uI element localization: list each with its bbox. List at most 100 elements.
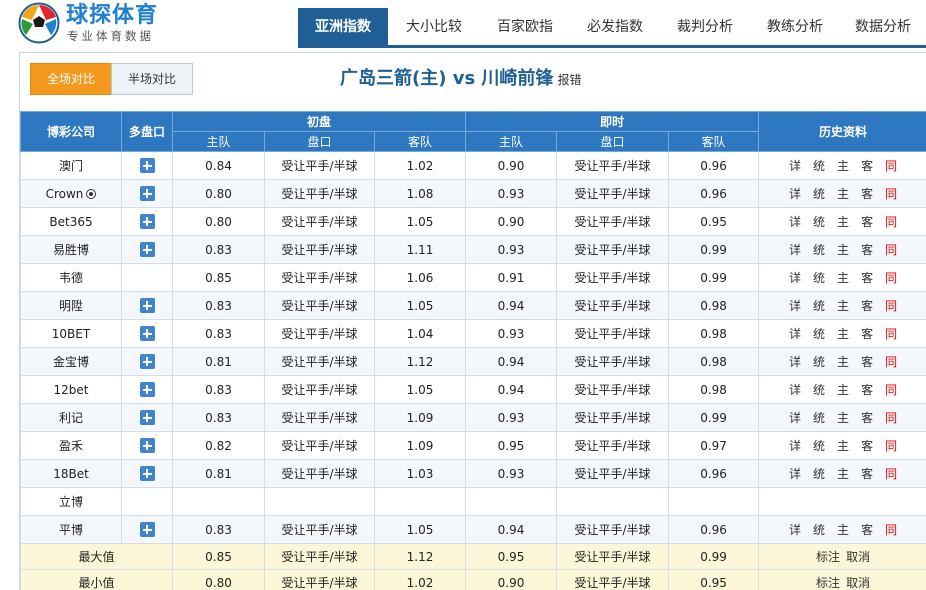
history-link-1[interactable]: 统 — [813, 439, 825, 453]
company-cell[interactable]: 平博 — [20, 515, 122, 544]
history-link-4[interactable]: 同 — [885, 327, 897, 341]
company-cell[interactable]: 12bet — [20, 375, 122, 404]
history-link-0[interactable]: 详 — [789, 383, 801, 397]
company-name[interactable]: 金宝博 — [53, 355, 89, 369]
expand-plus-icon[interactable] — [139, 410, 155, 425]
history-link-1[interactable]: 统 — [813, 383, 825, 397]
expand-plus-icon[interactable] — [139, 298, 155, 313]
mark-link[interactable]: 标注 — [816, 576, 840, 590]
nav-tab-2[interactable]: 百家欧指 — [480, 8, 570, 46]
company-name[interactable]: 10BET — [52, 327, 90, 341]
history-link-3[interactable]: 客 — [861, 159, 873, 173]
history-link-3[interactable]: 客 — [861, 383, 873, 397]
history-link-2[interactable]: 主 — [837, 271, 849, 285]
nav-tab-3[interactable]: 必发指数 — [570, 8, 660, 46]
expand-plus-icon[interactable] — [139, 382, 155, 397]
mark-link[interactable]: 标注 — [816, 550, 840, 564]
history-link-0[interactable]: 详 — [789, 467, 801, 481]
history-link-1[interactable]: 统 — [813, 327, 825, 341]
history-link-2[interactable]: 主 — [837, 327, 849, 341]
history-link-0[interactable]: 详 — [789, 187, 801, 201]
history-link-4[interactable]: 同 — [885, 383, 897, 397]
history-link-0[interactable]: 详 — [789, 439, 801, 453]
company-name[interactable]: Bet365 — [49, 215, 92, 229]
company-name[interactable]: 12bet — [54, 383, 89, 397]
company-cell[interactable]: 易胜博 — [20, 235, 122, 264]
nav-tab-5[interactable]: 教练分析 — [750, 8, 840, 46]
history-link-3[interactable]: 客 — [861, 187, 873, 201]
history-link-1[interactable]: 统 — [813, 159, 825, 173]
history-link-1[interactable]: 统 — [813, 299, 825, 313]
history-link-2[interactable]: 主 — [837, 159, 849, 173]
nav-tab-6[interactable]: 数据分析 — [840, 8, 926, 46]
history-link-1[interactable]: 统 — [813, 187, 825, 201]
history-link-4[interactable]: 同 — [885, 243, 897, 257]
history-link-4[interactable]: 同 — [885, 299, 897, 313]
history-link-2[interactable]: 主 — [837, 411, 849, 425]
history-link-4[interactable]: 同 — [885, 215, 897, 229]
expand-plus-icon[interactable] — [139, 242, 155, 257]
full-match-tab[interactable]: 全场对比 — [30, 63, 112, 95]
history-link-2[interactable]: 主 — [837, 243, 849, 257]
history-link-2[interactable]: 主 — [837, 523, 849, 537]
company-cell[interactable]: 澳门 — [20, 151, 122, 180]
history-link-0[interactable]: 详 — [789, 159, 801, 173]
company-cell[interactable]: 金宝博 — [20, 347, 122, 376]
expand-plus-icon[interactable] — [139, 354, 155, 369]
expand-plus-icon[interactable] — [139, 522, 155, 537]
history-link-3[interactable]: 客 — [861, 411, 873, 425]
history-link-3[interactable]: 客 — [861, 327, 873, 341]
history-link-4[interactable]: 同 — [885, 523, 897, 537]
history-link-4[interactable]: 同 — [885, 411, 897, 425]
company-cell[interactable]: 盈禾 — [20, 431, 122, 460]
history-link-2[interactable]: 主 — [837, 299, 849, 313]
history-link-0[interactable]: 详 — [789, 355, 801, 369]
history-link-2[interactable]: 主 — [837, 383, 849, 397]
history-link-1[interactable]: 统 — [813, 355, 825, 369]
nav-tab-1[interactable]: 大小比较 — [388, 8, 480, 46]
history-link-2[interactable]: 主 — [837, 355, 849, 369]
history-link-3[interactable]: 客 — [861, 439, 873, 453]
company-cell[interactable]: 利记 — [20, 403, 122, 432]
half-match-tab[interactable]: 半场对比 — [111, 63, 193, 95]
history-link-0[interactable]: 详 — [789, 243, 801, 257]
history-link-4[interactable]: 同 — [885, 355, 897, 369]
history-link-1[interactable]: 统 — [813, 411, 825, 425]
history-link-1[interactable]: 统 — [813, 467, 825, 481]
history-link-4[interactable]: 同 — [885, 439, 897, 453]
history-link-1[interactable]: 统 — [813, 523, 825, 537]
company-cell[interactable]: Bet365 — [20, 207, 122, 236]
history-link-3[interactable]: 客 — [861, 243, 873, 257]
history-link-0[interactable]: 详 — [789, 411, 801, 425]
logo[interactable]: 球探体育 专业体育数据 — [18, 2, 188, 46]
history-link-3[interactable]: 客 — [861, 299, 873, 313]
history-link-3[interactable]: 客 — [861, 271, 873, 285]
cancel-link[interactable]: 取消 — [846, 550, 870, 564]
company-cell[interactable]: Crown — [20, 179, 122, 208]
history-link-3[interactable]: 客 — [861, 355, 873, 369]
company-name[interactable]: 18Bet — [53, 467, 89, 481]
expand-plus-icon[interactable] — [139, 466, 155, 481]
history-link-4[interactable]: 同 — [885, 271, 897, 285]
company-name[interactable]: 立博 — [59, 495, 83, 509]
company-name[interactable]: 盈禾 — [59, 439, 83, 453]
nav-tab-0[interactable]: 亚洲指数 — [298, 8, 388, 46]
history-link-4[interactable]: 同 — [885, 467, 897, 481]
history-link-0[interactable]: 详 — [789, 299, 801, 313]
company-cell[interactable]: 明陞 — [20, 291, 122, 320]
history-link-1[interactable]: 统 — [813, 271, 825, 285]
cancel-link[interactable]: 取消 — [846, 576, 870, 590]
history-link-0[interactable]: 详 — [789, 523, 801, 537]
company-name[interactable]: 平博 — [59, 523, 83, 537]
expand-plus-icon[interactable] — [139, 158, 155, 173]
history-link-1[interactable]: 统 — [813, 215, 825, 229]
history-link-3[interactable]: 客 — [861, 215, 873, 229]
company-name[interactable]: 澳门 — [59, 159, 83, 173]
company-cell[interactable]: 立博 — [20, 487, 122, 516]
history-link-3[interactable]: 客 — [861, 523, 873, 537]
company-cell[interactable]: 18Bet — [20, 459, 122, 488]
expand-plus-icon[interactable] — [139, 438, 155, 453]
report-error-link[interactable]: 报错 — [557, 73, 581, 87]
company-cell[interactable]: 10BET — [20, 319, 122, 348]
history-link-4[interactable]: 同 — [885, 187, 897, 201]
